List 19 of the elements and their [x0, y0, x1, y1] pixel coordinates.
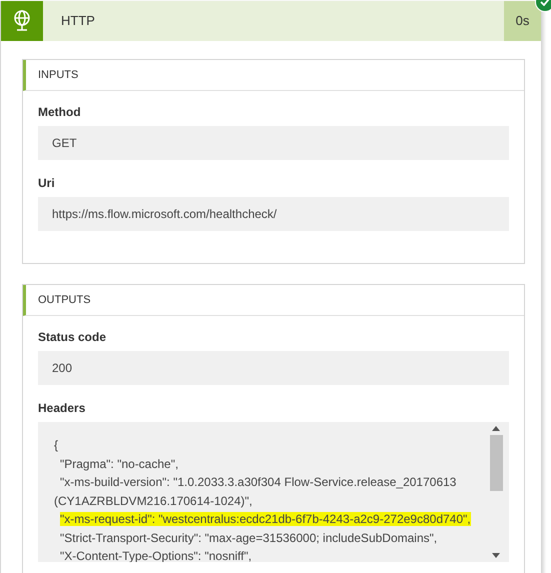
scroll-up-icon[interactable] — [492, 426, 500, 431]
code-line: { — [54, 438, 58, 452]
scroll-down-icon[interactable] — [492, 553, 500, 558]
section-title: OUTPUTS — [23, 285, 524, 316]
value-field: 200 — [38, 351, 509, 385]
code-line: "Strict-Transport-Security": "max-age=31536000; includeSubDomains", — [60, 530, 438, 544]
code-line: "Pragma": "no-cache", — [60, 456, 178, 470]
field-label: Status code — [38, 330, 108, 344]
code-line: "x-ms-build-version": "1.0.2033.3.a30f304 Flow-Service.release_20170613 (CY1AZRBLDVM216.170614-1024)", — [54, 475, 456, 508]
field-label: Uri — [38, 176, 56, 190]
field-label: Method — [38, 105, 82, 119]
value-field: GET — [38, 126, 509, 160]
section-title: INPUTS — [23, 60, 524, 91]
duration: 0s — [504, 1, 541, 41]
globe-icon — [12, 10, 32, 32]
field-label: Headers — [38, 401, 86, 415]
value-field: https://ms.flow.microsoft.com/healthcheck/ — [38, 197, 509, 231]
scrollbar-thumb[interactable] — [490, 435, 502, 491]
action-title: HTTP — [60, 12, 96, 30]
